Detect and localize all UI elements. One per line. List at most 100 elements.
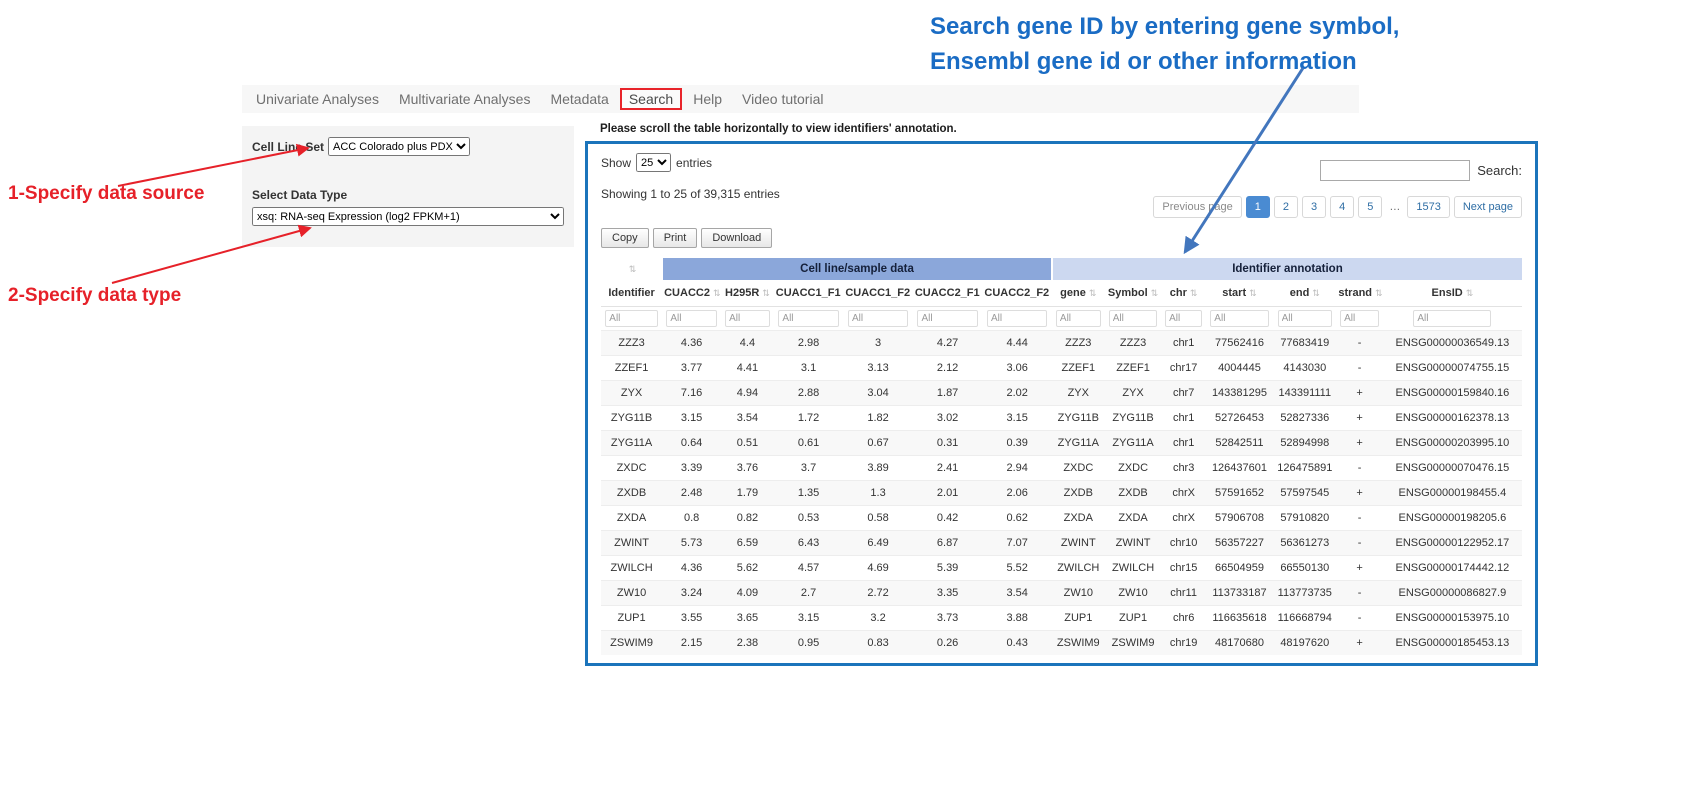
table-cell: 2.48 [662,481,721,506]
column-header-cuacc1_f2[interactable]: CUACC1_F2⇅ [843,280,913,307]
identifier-sort-icon[interactable]: ⇅ [601,258,662,280]
nav-item-help[interactable]: Help [684,88,731,110]
filter-input-strand[interactable] [1340,310,1379,327]
page-button-2[interactable]: 2 [1274,196,1298,218]
column-header-cuacc1_f1[interactable]: CUACC1_F1⇅ [774,280,844,307]
filter-input-identifier[interactable] [605,310,658,327]
search-label: Search: [1477,163,1522,178]
table-cell: chr7 [1162,381,1206,406]
nav-item-search[interactable]: Search [620,88,682,110]
column-header-cuacc2_f2[interactable]: CUACC2_F2⇅ [982,280,1052,307]
page-button-4[interactable]: 4 [1330,196,1354,218]
table-cell: ZSWIM9 [1105,631,1162,656]
page-length-select[interactable]: 25 [636,153,671,172]
column-header-h295r[interactable]: H295R⇅ [721,280,774,307]
data-type-select[interactable]: xsq: RNA-seq Expression (log2 FPKM+1) [252,207,564,226]
table-cell: 52726453 [1206,406,1273,431]
search-input[interactable] [1320,160,1470,181]
table-cell: 4004445 [1206,356,1273,381]
page-length-control: Show 25 entries [601,153,712,172]
table-cell: ENSG00000070476.15 [1383,456,1522,481]
filter-input-ensid[interactable] [1413,310,1491,327]
column-header-start[interactable]: start⇅ [1206,280,1273,307]
table-cell: 113733187 [1206,581,1273,606]
filter-input-cuacc2_f1[interactable] [917,310,977,327]
column-header-ensid[interactable]: EnsID⇅ [1383,280,1522,307]
table-row: ZYG11B3.153.541.721.823.023.15ZYG11BZYG1… [601,406,1522,431]
page-button-1573[interactable]: 1573 [1407,196,1449,218]
copy-button[interactable]: Copy [601,228,649,248]
table-cell: 56357227 [1206,531,1273,556]
nav-item-multivariate-analyses[interactable]: Multivariate Analyses [390,88,540,110]
nav-item-metadata[interactable]: Metadata [541,88,617,110]
table-cell: chr3 [1162,456,1206,481]
nav-item-univariate-analyses[interactable]: Univariate Analyses [247,88,388,110]
column-header-cuacc2_f1[interactable]: CUACC2_F1⇅ [913,280,983,307]
next-page-button[interactable]: Next page [1454,196,1522,218]
table-cell: ZW10 [1105,581,1162,606]
table-cell: 5.39 [913,556,983,581]
table-cell: 5.62 [721,556,774,581]
previous-page-button[interactable]: Previous page [1153,196,1241,218]
table-cell: ZXDC [1105,456,1162,481]
table-cell: ENSG00000074755.15 [1383,356,1522,381]
column-header-symbol[interactable]: Symbol⇅ [1105,280,1162,307]
table-cell: ZZEF1 [601,356,662,381]
data-type-label: Select Data Type [252,188,564,202]
filter-input-end[interactable] [1278,310,1332,327]
table-cell: ENSG00000174442.12 [1383,556,1522,581]
table-cell: ZYG11A [601,431,662,456]
table-cell: ZUP1 [601,606,662,631]
column-header-end[interactable]: end⇅ [1273,280,1336,307]
table-cell: 4.27 [913,331,983,356]
filter-input-gene[interactable] [1056,310,1101,327]
download-button[interactable]: Download [701,228,772,248]
nav-item-video-tutorial[interactable]: Video tutorial [733,88,832,110]
table-cell: 3.76 [721,456,774,481]
table-cell: 4.44 [982,331,1052,356]
table-cell: ZZZ3 [601,331,662,356]
filter-input-chr[interactable] [1165,310,1202,327]
table-cell: 0.31 [913,431,983,456]
table-cell: 3.89 [843,456,913,481]
table-cell: ZWILCH [601,556,662,581]
table-cell: 52894998 [1273,431,1336,456]
column-header-identifier[interactable]: Identifier [601,280,662,307]
page-button-3[interactable]: 3 [1302,196,1326,218]
table-cell: chr1 [1162,331,1206,356]
data-source-panel: Cell Line Set ACC Colorado plus PDX Sele… [242,126,574,247]
filter-input-symbol[interactable] [1109,310,1158,327]
column-header-strand[interactable]: strand⇅ [1336,280,1382,307]
filter-input-start[interactable] [1210,310,1268,327]
filter-input-cuacc1_f1[interactable] [778,310,838,327]
table-cell: ZXDC [601,456,662,481]
table-row: ZZEF13.774.413.13.132.123.06ZZEF1ZZEF1ch… [601,356,1522,381]
cell-line-set-label: Cell Line Set [252,140,324,154]
table-cell: ZZEF1 [1105,356,1162,381]
table-cell: - [1336,331,1382,356]
table-cell: ENSG00000162378.13 [1383,406,1522,431]
table-cell: ZXDB [601,481,662,506]
table-cell: 143391111 [1273,381,1336,406]
table-row: ZWINT5.736.596.436.496.877.07ZWINTZWINTc… [601,531,1522,556]
table-row: ZSWIM92.152.380.950.830.260.43ZSWIM9ZSWI… [601,631,1522,656]
page-button-1[interactable]: 1 [1246,196,1270,218]
filter-input-cuacc1_f2[interactable] [848,310,908,327]
cell-line-set-select[interactable]: ACC Colorado plus PDX [328,137,470,156]
sort-icon: ⇅ [1466,288,1474,298]
filter-input-cuacc2[interactable] [666,310,717,327]
table-cell: 57591652 [1206,481,1273,506]
filter-input-h295r[interactable] [725,310,770,327]
print-button[interactable]: Print [653,228,698,248]
page-button-5[interactable]: 5 [1358,196,1382,218]
table-cell: 7.07 [982,531,1052,556]
sort-icon: ⇅ [1089,288,1097,298]
column-header-chr[interactable]: chr⇅ [1162,280,1206,307]
table-cell: 66504959 [1206,556,1273,581]
table-cell: ZXDC [1052,456,1105,481]
table-cell: 57906708 [1206,506,1273,531]
column-header-gene[interactable]: gene⇅ [1052,280,1105,307]
table-cell: ENSG00000198205.6 [1383,506,1522,531]
column-header-cuacc2[interactable]: CUACC2⇅ [662,280,721,307]
filter-input-cuacc2_f2[interactable] [987,310,1047,327]
